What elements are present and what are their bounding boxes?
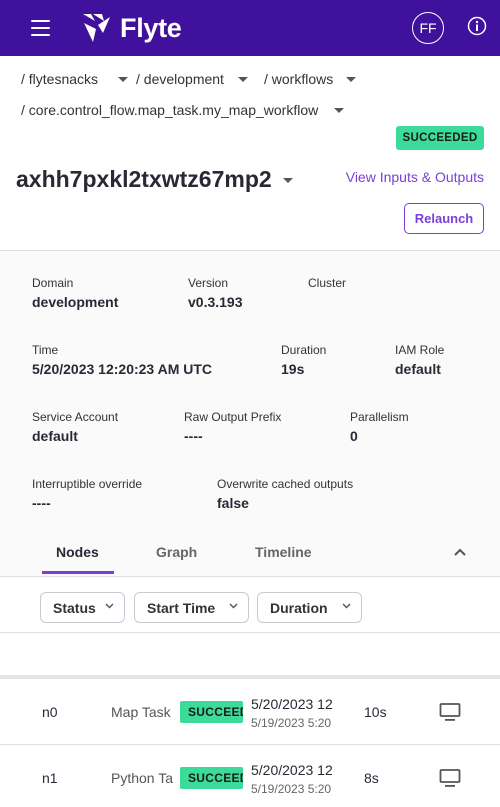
field-value: ---- xyxy=(32,495,51,511)
chevron-up-icon[interactable] xyxy=(453,547,467,557)
breadcrumb-domain[interactable]: / development xyxy=(136,71,248,87)
field-value: 19s xyxy=(281,361,305,377)
breadcrumb-label: / flytesnacks xyxy=(21,71,99,87)
table-row[interactable]: n1 Python Ta SUCCEEDED 5/20/2023 12 5/19… xyxy=(0,745,500,807)
execution-id-selector[interactable]: axhh7pxkl2txwtz67mp2 xyxy=(16,166,293,193)
field-label: Duration xyxy=(281,343,327,357)
filter-label: Start Time xyxy=(147,599,216,616)
field-value: false xyxy=(217,495,249,511)
field-label: Service Account xyxy=(32,410,119,424)
chevron-down-icon xyxy=(118,76,129,82)
node-id: n1 xyxy=(42,770,58,786)
execution-status-badge: SUCCEEDED xyxy=(396,126,484,150)
chevron-down-icon xyxy=(237,76,248,82)
chevron-down-icon xyxy=(346,76,357,82)
overwrite-cached-outputs-field: Overwrite cached outputs false xyxy=(217,477,353,511)
field-label: Interruptible override xyxy=(32,477,143,491)
field-value: development xyxy=(32,294,119,310)
field-label: Version xyxy=(188,276,229,290)
field-value: default xyxy=(32,428,78,444)
flyte-logo-icon xyxy=(83,14,110,42)
tab-timeline[interactable]: Timeline xyxy=(255,544,312,560)
node-type: Python Ta xyxy=(111,770,174,786)
node-status-badge: SUCCEEDED xyxy=(180,701,243,723)
monitor-icon[interactable] xyxy=(439,702,461,722)
field-value: ---- xyxy=(184,428,203,444)
domain-field: Domain development xyxy=(32,276,118,310)
field-label: Raw Output Prefix xyxy=(184,410,282,424)
node-status-badge: SUCCEEDED xyxy=(180,767,243,789)
field-value: 5/20/2023 12:20:23 AM UTC xyxy=(32,361,213,377)
breadcrumb-label: / development xyxy=(136,71,224,87)
time-field: Time 5/20/2023 12:20:23 AM UTC xyxy=(32,343,212,377)
node-filters-bar: Status Start Time Duration xyxy=(0,577,500,633)
execution-details-panel: Domain development Version v0.3.193 Clus… xyxy=(0,250,500,577)
interruptible-override-field: Interruptible override ---- xyxy=(32,477,142,511)
start-time-filter[interactable]: Start Time xyxy=(134,592,249,623)
duration-filter[interactable]: Duration xyxy=(257,592,362,623)
iam-role-field: IAM Role default xyxy=(395,343,444,377)
cluster-field: Cluster xyxy=(308,276,346,294)
field-label: Time xyxy=(32,343,59,357)
chevron-down-icon xyxy=(105,603,114,609)
chevron-down-icon xyxy=(342,603,351,609)
relaunch-button[interactable]: Relaunch xyxy=(404,203,484,234)
node-start-time-utc: 5/20/2023 12 xyxy=(251,762,333,778)
field-label: IAM Role xyxy=(395,343,445,357)
node-start-time-local: 5/19/2023 5:20 xyxy=(251,782,332,796)
breadcrumb-project[interactable]: / flytesnacks xyxy=(21,71,129,87)
status-filter[interactable]: Status xyxy=(40,592,125,623)
node-start-time-utc: 5/20/2023 12 xyxy=(251,696,333,712)
tab-nodes[interactable]: Nodes xyxy=(56,544,99,560)
chevron-down-icon xyxy=(282,178,293,183)
chevron-down-icon xyxy=(334,107,345,113)
user-avatar[interactable]: FF xyxy=(412,12,444,44)
node-duration: 8s xyxy=(364,770,379,786)
node-type: Map Task xyxy=(111,704,171,720)
parallelism-field: Parallelism 0 xyxy=(350,410,409,444)
field-value: v0.3.193 xyxy=(188,294,243,310)
field-value: default xyxy=(395,361,441,377)
brand-name: Flyte xyxy=(120,12,182,43)
active-tab-indicator xyxy=(42,571,114,574)
field-value: 0 xyxy=(350,428,358,444)
filter-label: Duration xyxy=(270,599,328,616)
monitor-icon[interactable] xyxy=(439,768,461,788)
breadcrumb-label: / core.control_flow.map_task.my_map_work… xyxy=(21,102,319,118)
node-id: n0 xyxy=(42,704,58,720)
top-navigation-bar: Flyte FF xyxy=(0,0,500,56)
chevron-down-icon xyxy=(229,603,238,609)
execution-id: axhh7pxkl2txwtz67mp2 xyxy=(16,166,272,192)
filter-label: Status xyxy=(53,599,96,616)
field-label: Cluster xyxy=(308,276,347,290)
flyte-logo[interactable]: Flyte xyxy=(80,11,182,45)
node-duration: 10s xyxy=(364,704,387,720)
service-account-field: Service Account default xyxy=(32,410,118,444)
field-label: Parallelism xyxy=(350,410,409,424)
node-start-time-local: 5/19/2023 5:20 xyxy=(251,716,332,730)
field-label: Domain xyxy=(32,276,74,290)
hamburger-menu-icon[interactable] xyxy=(31,20,50,36)
version-field: Version v0.3.193 xyxy=(188,276,243,310)
tab-graph[interactable]: Graph xyxy=(156,544,197,560)
breadcrumb-workflow[interactable]: / core.control_flow.map_task.my_map_work… xyxy=(21,102,345,118)
view-inputs-outputs-link[interactable]: View Inputs & Outputs xyxy=(346,169,484,185)
table-row[interactable]: n0 Map Task SUCCEEDED 5/20/2023 12 5/19/… xyxy=(0,679,500,745)
field-label: Overwrite cached outputs xyxy=(217,477,354,491)
duration-field: Duration 19s xyxy=(281,343,326,377)
info-icon[interactable] xyxy=(467,16,487,36)
breadcrumb-label: / workflows xyxy=(264,71,334,87)
breadcrumb-type[interactable]: / workflows xyxy=(264,71,357,87)
raw-output-prefix-field: Raw Output Prefix ---- xyxy=(184,410,281,444)
